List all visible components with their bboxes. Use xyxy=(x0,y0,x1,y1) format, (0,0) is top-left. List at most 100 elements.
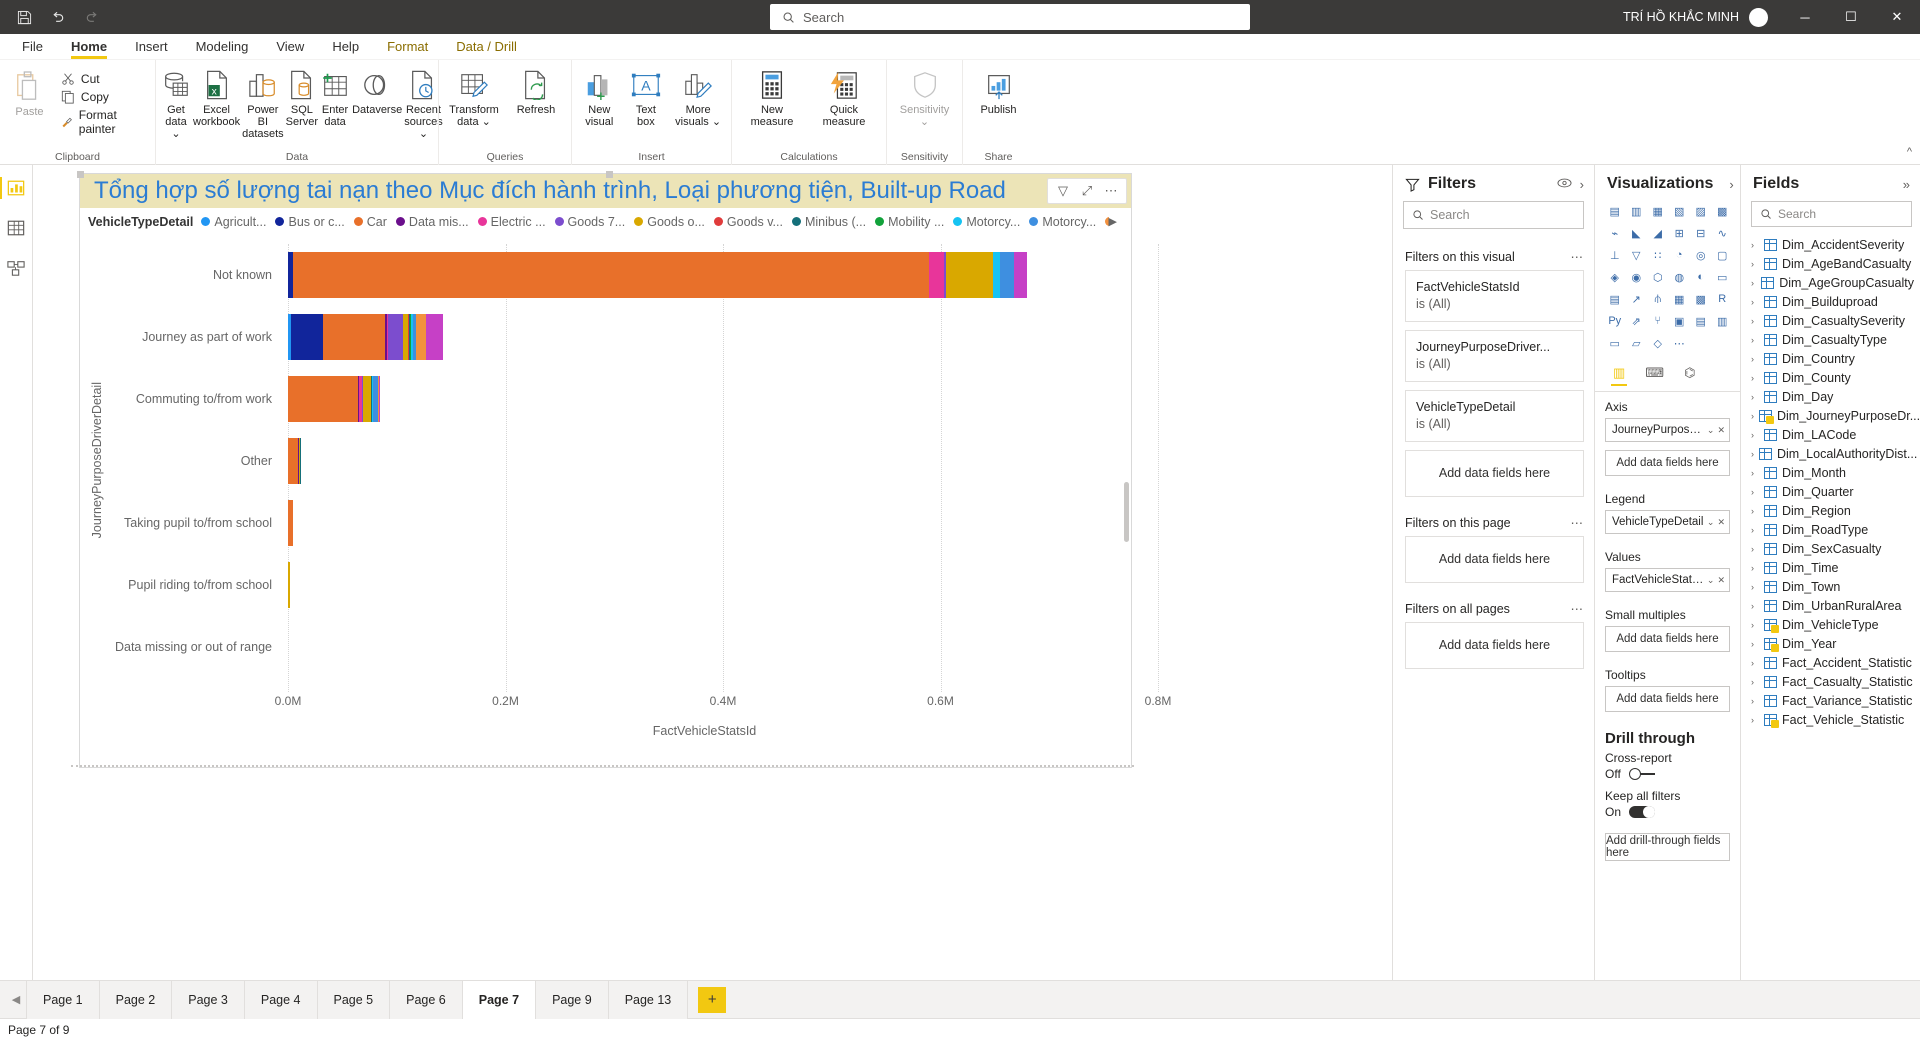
plot-area[interactable]: JourneyPurposeDriverDetail Not known Jour… xyxy=(80,232,1171,752)
prev-page-button[interactable]: ◀ xyxy=(6,981,26,1019)
excel-workbook-button[interactable]: x Excel workbook xyxy=(192,66,241,130)
filter-dropzone[interactable]: Add data fields here xyxy=(1405,450,1584,497)
well-dropzone[interactable]: Add data fields here xyxy=(1605,450,1730,476)
report-view-button[interactable] xyxy=(0,175,29,201)
table-row[interactable] xyxy=(288,554,1121,616)
close-button[interactable]: ✕ xyxy=(1874,0,1920,34)
chevron-right-icon[interactable]: › xyxy=(1751,506,1759,516)
line-stacked-column-chart-icon[interactable]: ⊞ xyxy=(1670,223,1690,243)
page-tab[interactable]: Page 7 xyxy=(462,980,537,1019)
table-row[interactable] xyxy=(288,306,1121,368)
key-influencers-icon[interactable]: ⇗ xyxy=(1627,311,1647,331)
publish-button[interactable]: Publish xyxy=(967,66,1030,118)
chart-visual[interactable]: Tổng hợp số lượng tai nạn theo Mục đích … xyxy=(77,171,1171,768)
chevron-right-icon[interactable]: › xyxy=(1751,354,1759,364)
azure-map-icon[interactable]: ◍ xyxy=(1670,267,1690,287)
field-table-item[interactable]: › Dim_Region xyxy=(1741,501,1920,520)
chevron-right-icon[interactable]: › xyxy=(1751,525,1759,535)
field-table-item[interactable]: › Dim_Month xyxy=(1741,463,1920,482)
slicer-icon[interactable]: ⫛ xyxy=(1648,289,1668,309)
chevron-right-icon[interactable]: › xyxy=(1751,297,1759,307)
page-tab[interactable]: Page 5 xyxy=(317,980,391,1019)
chevron-right-icon[interactable]: › xyxy=(1751,582,1759,592)
filter-section-menu[interactable]: ⋯ xyxy=(1571,601,1585,616)
filter-dropzone[interactable]: Add data fields here xyxy=(1405,536,1584,583)
chevron-right-icon[interactable]: › xyxy=(1751,335,1759,345)
legend-item[interactable]: Bus or c... xyxy=(275,215,345,229)
paginated-report-icon[interactable]: ▥ xyxy=(1713,311,1733,331)
quick-measure-button[interactable]: Quick measure xyxy=(808,66,880,130)
chevron-right-icon[interactable]: › xyxy=(1751,620,1759,630)
chevron-right-icon[interactable]: › xyxy=(1751,240,1759,250)
dataverse-button[interactable]: Dataverse xyxy=(351,66,403,118)
stacked-bar[interactable] xyxy=(288,562,291,608)
cross-report-toggle-row[interactable]: Off xyxy=(1595,765,1740,789)
pie-chart-icon[interactable]: ◔ xyxy=(1670,245,1690,265)
tab-data-drill[interactable]: Data / Drill xyxy=(442,34,531,59)
page-tab[interactable]: Page 1 xyxy=(26,980,100,1019)
field-table-item[interactable]: › Dim_LACode xyxy=(1741,425,1920,444)
tab-format[interactable]: Format xyxy=(373,34,443,59)
filters-search-input[interactable]: Search xyxy=(1403,201,1584,229)
page-tab[interactable]: Page 6 xyxy=(390,980,463,1019)
format-tab[interactable]: ⌨ xyxy=(1645,365,1664,385)
legend-item[interactable]: Motorcy... xyxy=(953,215,1020,229)
well-dropzone[interactable]: Add data fields here xyxy=(1605,626,1730,652)
table-row[interactable] xyxy=(288,430,1121,492)
new-measure-button[interactable]: New measure xyxy=(736,66,808,130)
arcgis-maps-icon[interactable]: ◇ xyxy=(1648,333,1668,353)
viz-pane-tabs[interactable]: ▥ ⌨ ⌬ xyxy=(1595,359,1740,392)
legend-item[interactable]: Car xyxy=(353,215,387,229)
treemap-icon[interactable]: ▢ xyxy=(1713,245,1733,265)
python-visual-icon[interactable]: Py xyxy=(1605,311,1625,331)
chevron-right-icon[interactable]: › xyxy=(1751,430,1759,440)
legend-item[interactable]: Goods v... xyxy=(713,215,783,229)
bar-segment[interactable] xyxy=(388,314,403,360)
chevron-right-icon[interactable]: › xyxy=(1751,601,1759,611)
stacked-area-chart-icon[interactable]: ◢ xyxy=(1648,223,1668,243)
100-stacked-bar-chart-icon[interactable]: ▨ xyxy=(1691,201,1711,221)
filter-card[interactable]: JourneyPurposeDriver... is (All) xyxy=(1405,330,1584,382)
chevron-right-icon[interactable]: › xyxy=(1751,639,1759,649)
line-chart-icon[interactable]: ⌁ xyxy=(1605,223,1625,243)
bar-segment[interactable] xyxy=(945,252,993,298)
field-table-item[interactable]: › Dim_SexCasualty xyxy=(1741,539,1920,558)
visual-type-gallery[interactable]: ▤ ▥ ▦ ▧ ▨ ▩ ⌁ ◣ ◢ ⊞ ⊟ ∿ ⊥ ▽ ∷ ◔ ◎ ▢ ◈ ◉ ⬡ ◍ ◐ ▭ ▤ ↗ ⫛ ▦ ▩ R Py ⇗ ⑂ ▣ ▤ ▥ ▭ ▱ ◇… xyxy=(1595,201,1740,359)
100-stacked-column-chart-icon[interactable]: ▩ xyxy=(1713,201,1733,221)
donut-chart-icon[interactable]: ◎ xyxy=(1691,245,1711,265)
table-row[interactable] xyxy=(288,244,1121,306)
analytics-tab[interactable]: ⌬ xyxy=(1684,365,1695,385)
bar-segment[interactable] xyxy=(290,314,324,360)
filter-section-menu[interactable]: ⋯ xyxy=(1571,249,1585,264)
gauge-icon[interactable]: ◐ xyxy=(1691,267,1711,287)
field-table-item[interactable]: › Dim_AgeBandCasualty xyxy=(1741,254,1920,273)
bar-segment[interactable] xyxy=(288,376,358,422)
refresh-button[interactable]: Refresh xyxy=(505,66,567,118)
fields-search-input[interactable]: Search xyxy=(1751,201,1912,227)
kpi-icon[interactable]: ↗ xyxy=(1627,289,1647,309)
chevron-right-icon[interactable]: › xyxy=(1751,449,1754,459)
stacked-bar[interactable] xyxy=(288,376,381,422)
field-table-item[interactable]: › Fact_Vehicle_Statistic xyxy=(1741,710,1920,729)
legend-item[interactable]: Motorcy... xyxy=(1029,215,1096,229)
eye-icon[interactable] xyxy=(1557,177,1572,192)
chevron-right-icon[interactable]: › xyxy=(1751,259,1759,269)
collapse-ribbon-button[interactable]: ^ xyxy=(1907,146,1912,158)
get-data-button[interactable]: Get data ⌄ xyxy=(160,66,192,142)
paste-button[interactable]: Paste xyxy=(4,66,55,120)
bar-segment[interactable] xyxy=(378,376,381,422)
field-table-item[interactable]: › Dim_AgeGroupCasualty xyxy=(1741,273,1920,292)
redo-icon[interactable] xyxy=(82,7,102,27)
field-table-item[interactable]: › Dim_VehicleType xyxy=(1741,615,1920,634)
remove-field-icon[interactable]: ✕ xyxy=(1717,575,1725,586)
powerbi-datasets-button[interactable]: Power BI datasets xyxy=(241,66,285,142)
remove-field-icon[interactable]: ✕ xyxy=(1717,425,1725,436)
field-table-item[interactable]: › Fact_Variance_Statistic xyxy=(1741,691,1920,710)
scatter-chart-icon[interactable]: ∷ xyxy=(1648,245,1668,265)
bar-segment[interactable] xyxy=(293,252,929,298)
chevron-right-icon[interactable]: › xyxy=(1751,696,1759,706)
field-table-item[interactable]: › Fact_Casualty_Statistic xyxy=(1741,672,1920,691)
clustered-bar-chart-icon[interactable]: ▦ xyxy=(1648,201,1668,221)
line-clustered-column-chart-icon[interactable]: ⊟ xyxy=(1691,223,1711,243)
page-tab[interactable]: Page 3 xyxy=(172,980,245,1019)
